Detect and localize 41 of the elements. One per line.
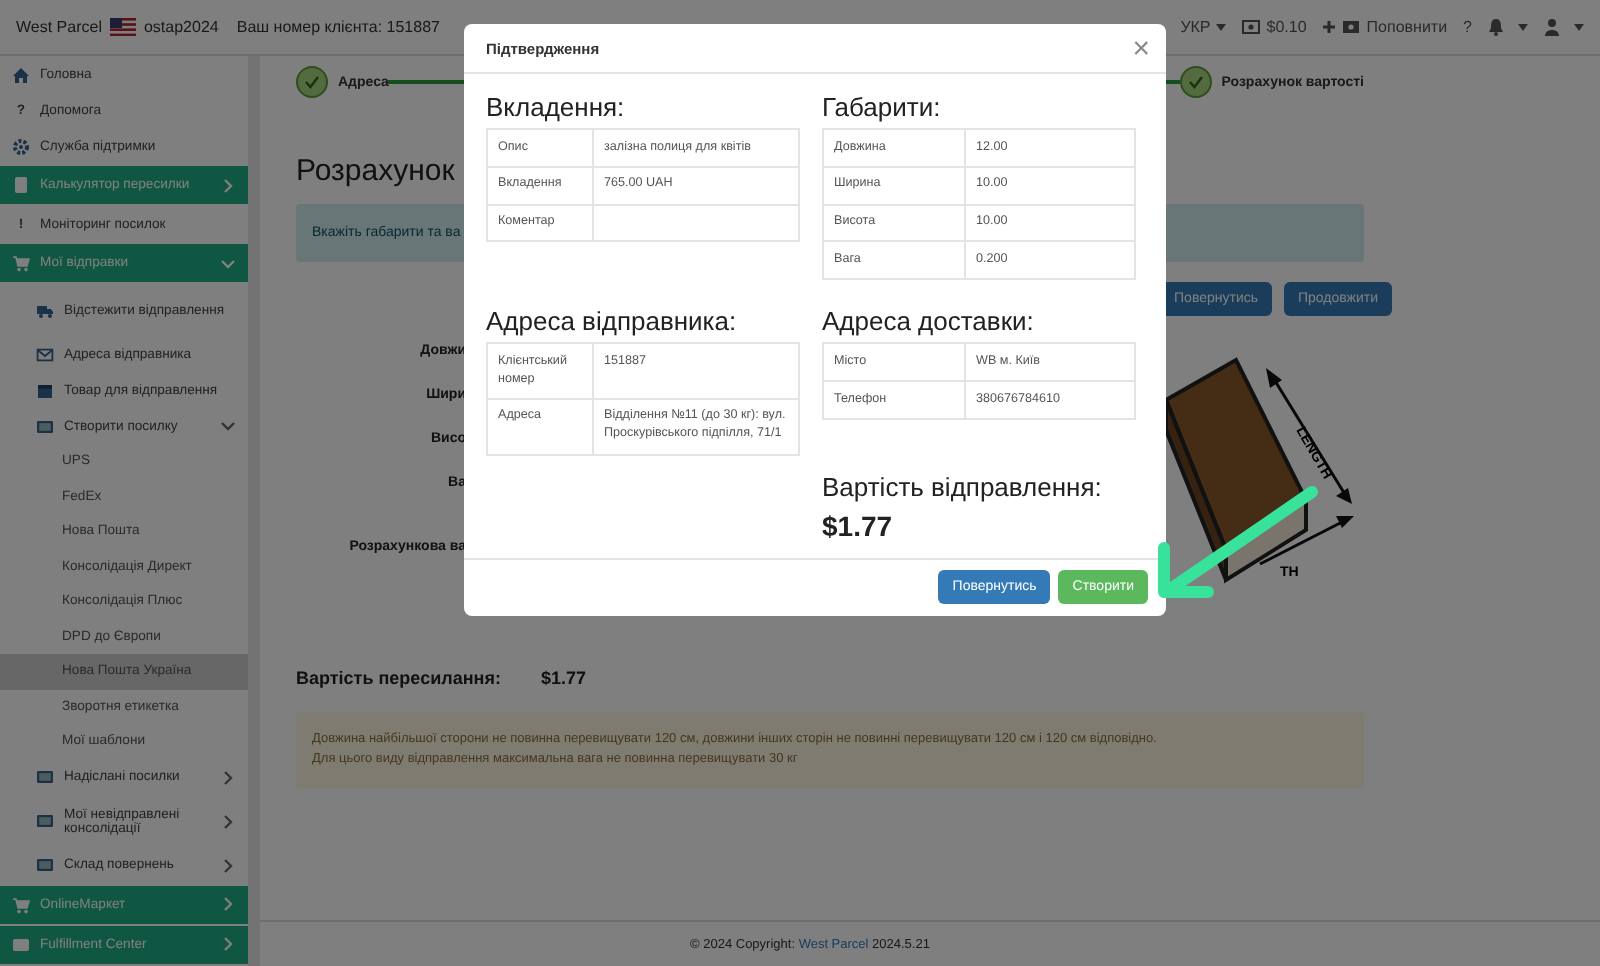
money-icon <box>1342 20 1361 34</box>
section-heading: Габарити: <box>822 92 943 122</box>
top-up-link[interactable]: Поповнити <box>1322 18 1448 36</box>
balance-link[interactable]: $0.10 <box>1242 18 1307 36</box>
page-title: Розрахунок <box>296 154 455 188</box>
caret-icon <box>1574 23 1584 31</box>
bell-icon <box>1488 18 1504 36</box>
plus-icon <box>1322 20 1337 34</box>
check-icon <box>304 74 320 90</box>
brand-name[interactable]: West Parcel <box>16 18 102 36</box>
money-icon <box>1242 20 1261 34</box>
section-heading: Вкладення: <box>486 92 627 122</box>
close-button[interactable]: × <box>1132 33 1150 63</box>
cost-value: $1.77 <box>540 668 586 688</box>
username[interactable]: ostap2024 <box>143 18 219 36</box>
section-heading: Адреса відправника: <box>486 306 739 337</box>
monitor-icon <box>36 856 54 874</box>
user-icon <box>1544 18 1560 36</box>
client-number: Ваш номер клієнта: 151887 <box>236 18 440 36</box>
help-link[interactable]: ? <box>1463 18 1472 36</box>
notifications-button[interactable] <box>1488 18 1528 36</box>
cart-icon <box>12 895 30 913</box>
caret-icon <box>1216 23 1227 31</box>
flag-icon <box>109 18 136 36</box>
section-heading: Адреса доставки: <box>822 306 1036 337</box>
language-dropdown[interactable]: УКР <box>1180 18 1227 36</box>
check-icon <box>1187 74 1204 90</box>
cost-value: $1.77 <box>822 509 895 541</box>
gear-icon <box>12 137 30 155</box>
caret-icon <box>1518 23 1528 31</box>
user-menu-button[interactable] <box>1544 18 1584 36</box>
cart-icon <box>12 254 30 272</box>
truck-icon <box>36 301 54 319</box>
cost-label: Вартість пересилання: <box>296 668 501 688</box>
monitor-icon <box>36 768 54 786</box>
home-icon <box>12 65 30 83</box>
envelope-icon <box>36 345 54 363</box>
cost-label: Вартість відправлення: <box>822 471 1104 501</box>
monitor-icon <box>36 812 54 830</box>
monitor-icon <box>36 417 54 435</box>
box-icon <box>36 381 54 399</box>
